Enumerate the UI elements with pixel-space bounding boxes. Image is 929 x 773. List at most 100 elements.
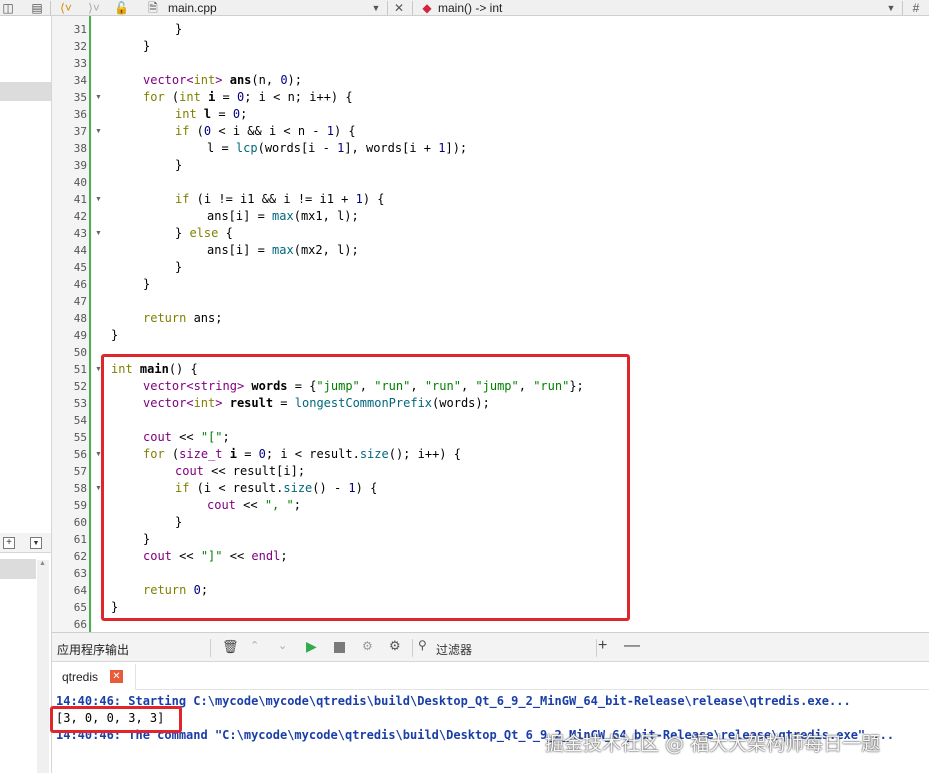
- code-token: }: [175, 22, 183, 36]
- line-number[interactable]: 64: [52, 582, 87, 599]
- line-number[interactable]: 48: [52, 310, 87, 327]
- code-token: =: [211, 107, 233, 121]
- line-number[interactable]: 45: [52, 259, 87, 276]
- line-number[interactable]: 54: [52, 412, 87, 429]
- code-line[interactable]: }: [111, 259, 182, 276]
- clear-output-icon[interactable]: 🗑: [222, 639, 239, 655]
- close-tab-icon[interactable]: ✕: [110, 670, 123, 683]
- fold-toggle-icon[interactable]: ▼: [95, 89, 103, 106]
- code-token: < i && i < n -: [211, 124, 327, 138]
- sidebar-scrollbar[interactable]: ▲: [37, 560, 49, 773]
- line-number[interactable]: 51: [52, 361, 87, 378]
- symbol-dropdown-icon[interactable]: ▼: [886, 0, 896, 16]
- line-number[interactable]: 56: [52, 446, 87, 463]
- code-token: }: [175, 158, 183, 172]
- line-number[interactable]: 52: [52, 378, 87, 395]
- line-number[interactable]: 34: [52, 72, 87, 89]
- code-token: =: [215, 90, 237, 104]
- close-sidebar-icon[interactable]: ▤: [30, 0, 44, 16]
- line-number[interactable]: 62: [52, 548, 87, 565]
- open-document-selected[interactable]: [0, 559, 36, 579]
- previous-item-icon[interactable]: ⌃: [250, 639, 259, 652]
- line-number[interactable]: 66: [52, 616, 87, 633]
- fold-toggle-icon[interactable]: ▼: [95, 225, 103, 242]
- code-token: }: [143, 39, 151, 53]
- code-token: l =: [207, 141, 236, 155]
- code-line[interactable]: l = lcp(words[i - 1], words[i + 1]);: [111, 140, 467, 157]
- code-token: }: [111, 328, 119, 342]
- code-line[interactable]: return ans;: [111, 310, 222, 327]
- line-number[interactable]: 36: [52, 106, 87, 123]
- fold-toggle-icon[interactable]: ▼: [95, 123, 103, 140]
- line-number[interactable]: 55: [52, 429, 87, 446]
- code-token: else: [189, 226, 219, 240]
- line-number[interactable]: 42: [52, 208, 87, 225]
- tab-qtredis[interactable]: qtredis ✕: [52, 664, 136, 690]
- line-number[interactable]: 31: [52, 21, 87, 38]
- code-line[interactable]: ans[i] = max(mx1, l);: [111, 208, 359, 225]
- code-token: ) {: [362, 192, 385, 206]
- line-number[interactable]: 53: [52, 395, 87, 412]
- line-number[interactable]: 39: [52, 157, 87, 174]
- code-line[interactable]: int l = 0;: [111, 106, 247, 123]
- code-line[interactable]: for (int i = 0; i < n; i++) {: [111, 89, 353, 106]
- symbol-selector[interactable]: main() -> int: [438, 0, 838, 16]
- line-number[interactable]: 59: [52, 497, 87, 514]
- fold-toggle-icon[interactable]: ▼: [95, 191, 103, 208]
- code-token: }: [143, 277, 151, 291]
- settings-gear-icon[interactable]: ⚙: [389, 638, 401, 654]
- line-number[interactable]: 35: [52, 89, 87, 106]
- line-number[interactable]: 63: [52, 565, 87, 582]
- line-number[interactable]: 61: [52, 531, 87, 548]
- add-panel-icon[interactable]: +: [3, 537, 15, 549]
- stop-icon[interactable]: [334, 642, 345, 653]
- line-number[interactable]: 58: [52, 480, 87, 497]
- back-icon[interactable]: ⟨˅: [58, 0, 74, 16]
- line-indicator[interactable]: #: [910, 0, 922, 16]
- line-number[interactable]: 60: [52, 514, 87, 531]
- code-line[interactable]: ans[i] = max(mx2, l);: [111, 242, 359, 259]
- add-output-icon[interactable]: +: [598, 637, 607, 655]
- line-number[interactable]: 32: [52, 38, 87, 55]
- line-number[interactable]: 38: [52, 140, 87, 157]
- code-line[interactable]: }: [111, 21, 182, 38]
- collapse-panel-icon[interactable]: ▼: [30, 537, 42, 549]
- split-icon[interactable]: ◫: [2, 0, 14, 16]
- code-line[interactable]: vector<int> ans(n, 0);: [111, 72, 302, 89]
- line-number[interactable]: 44: [52, 242, 87, 259]
- code-line[interactable]: if (i != i1 && i != i1 + 1) {: [111, 191, 385, 208]
- line-number[interactable]: 65: [52, 599, 87, 616]
- attach-debugger-icon[interactable]: ⚙: [362, 639, 373, 653]
- close-file-icon[interactable]: ✕: [392, 0, 406, 16]
- code-token: (: [189, 124, 204, 138]
- file-dropdown-icon[interactable]: ▼: [371, 0, 381, 16]
- file-tab-label[interactable]: main.cpp: [168, 0, 368, 16]
- code-token: 0: [232, 107, 241, 121]
- forward-icon[interactable]: ⟩˅: [86, 0, 102, 16]
- line-number[interactable]: 43: [52, 225, 87, 242]
- next-item-icon[interactable]: ⌄: [278, 639, 287, 652]
- line-number[interactable]: 41: [52, 191, 87, 208]
- code-line[interactable]: }: [111, 38, 150, 55]
- code-line[interactable]: if (0 < i && i < n - 1) {: [111, 123, 356, 140]
- line-number[interactable]: 47: [52, 293, 87, 310]
- code-token: ans: [229, 73, 252, 87]
- line-number[interactable]: 50: [52, 344, 87, 361]
- sidebar-selected-row[interactable]: [0, 82, 51, 101]
- line-number[interactable]: 33: [52, 55, 87, 72]
- minimize-output-icon[interactable]: —: [624, 637, 640, 655]
- code-token: (n,: [251, 73, 281, 87]
- line-number[interactable]: 40: [52, 174, 87, 191]
- line-number[interactable]: 37: [52, 123, 87, 140]
- filter-input[interactable]: 过滤器: [436, 641, 472, 658]
- code-line[interactable]: }: [111, 157, 182, 174]
- code-line[interactable]: }: [111, 327, 118, 344]
- run-icon[interactable]: ▶: [306, 638, 317, 655]
- code-line[interactable]: }: [111, 276, 150, 293]
- line-number[interactable]: 46: [52, 276, 87, 293]
- line-number[interactable]: 57: [52, 463, 87, 480]
- code-line[interactable]: } else {: [111, 225, 233, 242]
- line-number[interactable]: 49: [52, 327, 87, 344]
